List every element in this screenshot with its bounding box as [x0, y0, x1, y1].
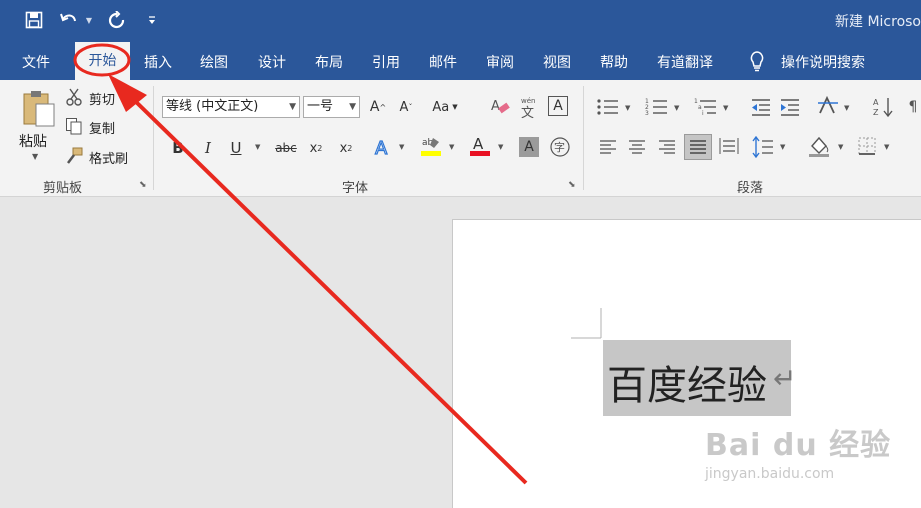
annotation-arrow — [128, 94, 528, 485]
highlight-circle — [73, 43, 131, 77]
annotation-overlay — [73, 43, 528, 485]
